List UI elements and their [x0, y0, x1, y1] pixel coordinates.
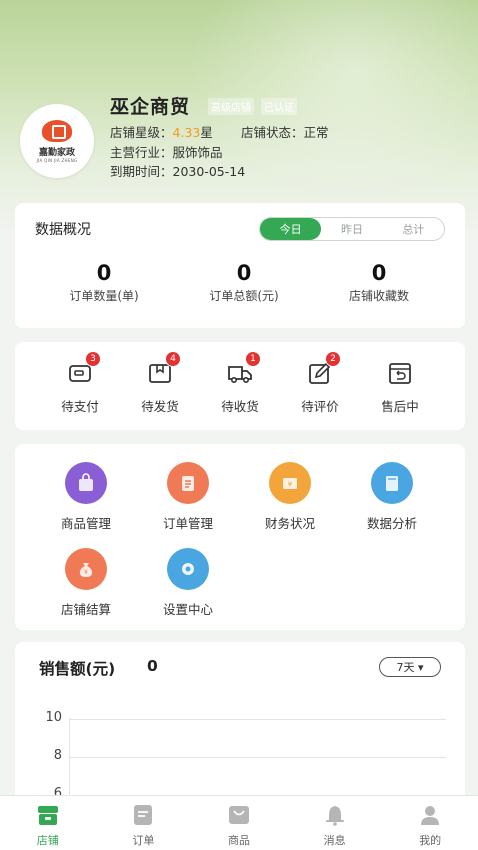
tool-settings-center[interactable]: 设置中心	[142, 548, 234, 618]
settings-gear-icon	[167, 548, 209, 590]
period-selector: 今日 昨日 总计	[259, 217, 445, 241]
stat-value: 0	[236, 261, 252, 285]
tool-data-analysis[interactable]: 数据分析	[346, 462, 438, 532]
bottom-tab-bar: 店铺 订单 商品 消息 我的	[0, 795, 478, 850]
tab-label: 商品	[227, 834, 250, 847]
money-bag-icon: ¥	[65, 548, 107, 590]
stat-value: 0	[371, 261, 387, 285]
order-label: 待支付	[61, 399, 99, 414]
tab-store[interactable]: 店铺	[0, 796, 96, 850]
stat-value: 0	[96, 261, 112, 285]
badge-count: 4	[165, 351, 181, 367]
badge-count: 1	[245, 351, 261, 367]
tab-label: 订单	[132, 834, 155, 847]
user-icon	[418, 804, 442, 826]
tab-messages[interactable]: 消息	[287, 796, 383, 850]
order-pending-shipment[interactable]: 4 待发货	[120, 351, 200, 415]
tool-shop-settlement[interactable]: ¥ 店铺结算	[40, 548, 132, 618]
edit-icon: 2	[307, 351, 341, 386]
shop-rating: 店铺星级：4.33星	[110, 125, 213, 140]
shop-expiry: 到期时间：2030-05-14	[110, 164, 246, 179]
sales-title: 销售额(元)	[39, 660, 116, 678]
stat-order-amount: 0 订单总额(元)	[169, 261, 319, 304]
tool-order-management[interactable]: 订单管理	[142, 462, 234, 532]
y-tick-label: 10	[45, 710, 62, 725]
shop-status: 店铺状态：正常	[241, 125, 329, 140]
tool-finance[interactable]: ¥ 财务状况	[244, 462, 336, 532]
stat-order-count: 0 订单数量(单)	[29, 261, 179, 304]
order-pending-payment[interactable]: 3 待支付	[40, 351, 120, 415]
y-axis-line	[69, 718, 70, 798]
period-yesterday-tab[interactable]: 昨日	[321, 218, 382, 240]
period-today-tab[interactable]: 今日	[260, 218, 322, 240]
store-icon	[36, 804, 60, 826]
tools-card: 商品管理 订单管理 ¥ 财务状况 数据分析 ¥ 店铺结算 设置中心	[15, 444, 465, 630]
logo-text: 嘉勤家政	[38, 147, 75, 158]
shop-name: 巫企商贸	[110, 96, 191, 118]
order-label: 待收货	[221, 399, 259, 414]
order-status-card: 3 待支付 4 待发货 1 待收货 2 待评价 售后中	[15, 342, 465, 430]
tab-label: 店铺	[36, 834, 59, 847]
shop-profile: 嘉勤家政 JIA QIN JIA ZHENG 巫企商贸 高级店铺 已认证 店铺星…	[20, 92, 460, 192]
finance-icon: ¥	[269, 462, 311, 504]
data-analysis-icon	[371, 462, 413, 504]
y-tick-label: 8	[53, 748, 62, 763]
tab-profile[interactable]: 我的	[382, 796, 478, 850]
tab-goods[interactable]: 商品	[191, 796, 287, 850]
verified-tag: 已认证	[261, 98, 297, 115]
shop-avatar[interactable]: 嘉勤家政 JIA QIN JIA ZHENG	[20, 104, 94, 178]
badge-count: 3	[85, 351, 101, 367]
shop-level-tag: 高级店铺	[208, 98, 254, 115]
stat-label: 订单总额(元)	[209, 289, 279, 303]
order-pending-review[interactable]: 2 待评价	[280, 351, 360, 415]
shopping-bag-icon	[65, 462, 107, 504]
shop-industry: 主营行业：服饰饰品	[110, 145, 223, 160]
shop-logo-icon	[42, 119, 72, 142]
tab-label: 消息	[323, 834, 346, 847]
rating-value: 4.33	[172, 125, 201, 140]
tool-label: 店铺结算	[60, 602, 111, 617]
order-label: 待发货	[141, 399, 179, 414]
overview-title: 数据概况	[35, 222, 91, 238]
svg-text:¥: ¥	[288, 481, 293, 489]
sales-card: 销售额(元) 0 7天 ▾	[15, 642, 465, 812]
return-box-icon	[387, 360, 413, 386]
tool-label: 财务状况	[264, 516, 315, 531]
order-pending-receipt[interactable]: 1 待收货	[200, 351, 280, 415]
tool-label: 商品管理	[60, 516, 111, 531]
tab-orders[interactable]: 订单	[96, 796, 192, 850]
grid-line	[70, 757, 446, 758]
goods-icon	[227, 804, 251, 826]
bell-icon	[323, 804, 347, 826]
grid-line	[70, 719, 446, 720]
sales-value: 0	[147, 657, 158, 675]
stat-label: 订单数量(单)	[69, 289, 139, 303]
period-total-tab[interactable]: 总计	[383, 218, 444, 240]
badge-count: 2	[325, 351, 341, 367]
tool-product-management[interactable]: 商品管理	[40, 462, 132, 532]
truck-icon: 1	[227, 351, 261, 386]
tool-label: 数据分析	[366, 516, 417, 531]
orders-icon	[131, 804, 155, 826]
stat-label: 店铺收藏数	[348, 289, 409, 303]
tool-label: 设置中心	[162, 602, 213, 617]
y-tick-label: 6	[53, 786, 62, 795]
package-icon: 4	[147, 351, 181, 386]
data-overview-card: 数据概况 今日 昨日 总计 0 订单数量(单) 0 订单总额(元) 0 店铺收藏…	[15, 203, 465, 328]
tool-label: 订单管理	[162, 516, 213, 531]
wallet-icon: 3	[67, 351, 101, 386]
svg-text:¥: ¥	[84, 569, 88, 576]
order-label: 待评价	[301, 399, 339, 414]
order-list-icon	[167, 462, 209, 504]
range-dropdown[interactable]: 7天 ▾	[379, 657, 441, 677]
tab-label: 我的	[419, 834, 442, 847]
stat-favorites: 0 店铺收藏数	[304, 261, 454, 304]
logo-subtext: JIA QIN JIA ZHENG	[36, 157, 78, 163]
order-after-sales[interactable]: 售后中	[360, 360, 440, 415]
order-label: 售后中	[381, 399, 419, 414]
